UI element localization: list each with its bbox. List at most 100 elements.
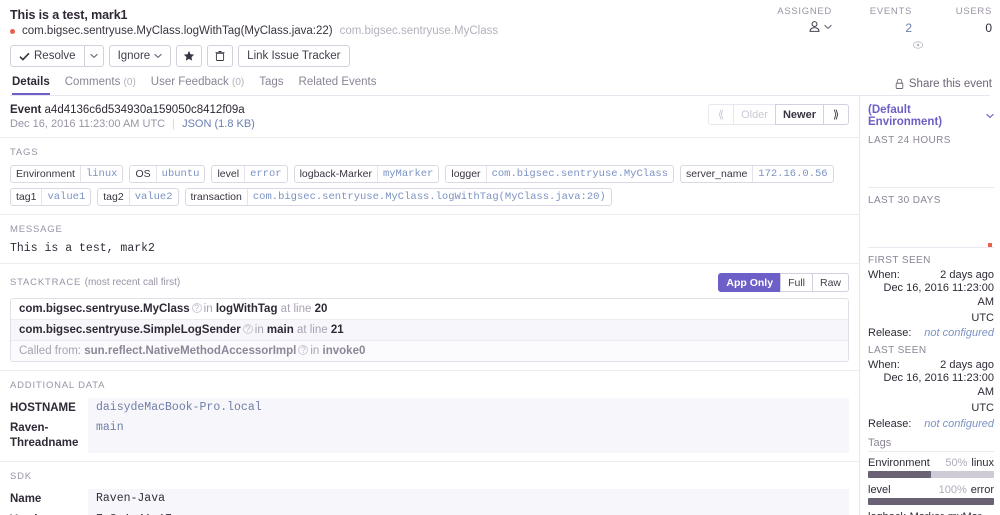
sidebar-tag-bar	[868, 470, 994, 478]
sidebar-tag-row[interactable]: logback-Marker myMarker	[868, 511, 994, 515]
tag-key: transaction	[190, 191, 242, 203]
tag-pill[interactable]: Environment linux	[10, 165, 124, 183]
event-summary-bar: Event a4d4136c6d534930a159050c8412f09a D…	[0, 96, 859, 138]
share-event-label: Share this event	[908, 78, 992, 90]
data-row: Raven-Threadname main	[10, 418, 849, 454]
stacktrace-app-only-button[interactable]: App Only	[718, 273, 782, 292]
sdk-row-key: Version	[10, 510, 88, 515]
tag-key: Environment	[16, 168, 75, 180]
share-event-button[interactable]: Share this event	[894, 78, 992, 90]
event-meta-row: Dec 16, 2016 11:23:00 AM UTC | JSON (1.8…	[10, 118, 255, 130]
first-seen-when-row: When: 2 days ago	[868, 269, 994, 281]
tag-value: myMarker	[376, 166, 438, 182]
event-detail-column: Event a4d4136c6d534930a159050c8412f09a D…	[0, 96, 860, 515]
last-seen-when-label: When:	[868, 359, 900, 372]
resolve-button[interactable]: Resolve	[10, 45, 85, 67]
sidebar-tag-bar-fill	[868, 497, 994, 505]
help-icon[interactable]: ?	[242, 324, 253, 334]
stacktrace-raw-button[interactable]: Raw	[811, 273, 849, 292]
issue-body: Event a4d4136c6d534930a159050c8412f09a D…	[0, 96, 1000, 515]
sdk-row: Version 7.8.1-41a17	[10, 509, 849, 515]
link-issue-tracker-button[interactable]: Link Issue Tracker	[238, 45, 350, 67]
sdk-heading: SDK	[10, 471, 32, 483]
tag-pill[interactable]: OS ubuntu	[129, 165, 206, 183]
tab-details[interactable]: Details	[12, 76, 50, 95]
frame-line: 21	[330, 324, 344, 336]
issue-sidebar: (Default Environment) LAST 24 HOURS LAST…	[860, 96, 1000, 515]
stacktrace-frames: com.bigsec.sentryuse.MyClass? in logWithT…	[10, 298, 849, 362]
tab-comments-label: Comments	[64, 76, 121, 88]
stat-users: USERS 0	[912, 6, 992, 51]
frame-prefix: Called from:	[19, 345, 81, 357]
last-seen-when-value: 2 days ago	[940, 359, 994, 372]
tab-related-events-label: Related Events	[298, 76, 377, 88]
stat-events-value[interactable]: 2	[832, 21, 912, 35]
tag-pill[interactable]: transaction com.bigsec.sentryuse.MyClass.…	[184, 188, 612, 206]
help-icon[interactable]: ?	[191, 303, 202, 313]
last-seen-date: Dec 16, 2016 11:23:00 AM	[883, 372, 995, 398]
tag-pill[interactable]: tag2 value2	[97, 188, 179, 206]
tab-details-label: Details	[12, 76, 50, 88]
pager-newest-button[interactable]: ⟫	[823, 104, 849, 125]
sidebar-tag-row[interactable]: Environment 50% linux	[868, 457, 994, 478]
check-icon	[19, 52, 30, 61]
bookmark-button[interactable]	[176, 45, 203, 67]
pager-oldest-button[interactable]: ⟪	[708, 104, 735, 125]
sidebar-tag-name: Environment	[868, 456, 930, 469]
tab-user-feedback-badge: (0)	[231, 77, 245, 88]
tag-value: com.bigsec.sentryuse.MyClass.logWithTag(…	[246, 189, 611, 205]
frame-module: com.bigsec.sentryuse.SimpleLogSender	[19, 324, 241, 336]
pager-older-button[interactable]: Older	[733, 104, 776, 125]
tab-related-events[interactable]: Related Events	[299, 76, 377, 95]
event-json-link[interactable]: JSON (1.8 KB)	[182, 118, 255, 130]
sidebar-tag-bar	[868, 497, 994, 505]
data-row-key: Raven-Threadname	[10, 422, 79, 449]
data-row-value: main	[88, 418, 849, 454]
tag-value: value1	[41, 189, 90, 205]
tag-pill[interactable]: logback-Marker myMarker	[293, 165, 440, 183]
subscribe-toggle[interactable]	[912, 39, 992, 51]
resolve-button-group: Resolve	[10, 45, 104, 67]
event-identity: Event a4d4136c6d534930a159050c8412f09a D…	[10, 104, 255, 130]
sdk-row-value: Raven-Java	[88, 489, 849, 510]
ignore-button[interactable]: Ignore	[108, 45, 172, 67]
tab-comments-badge: (0)	[123, 77, 136, 88]
tab-tags[interactable]: Tags	[259, 76, 283, 95]
frame-at-label: at line	[296, 324, 328, 336]
trash-icon	[214, 50, 226, 62]
tag-pill[interactable]: tag1 value1	[10, 188, 92, 206]
stacktrace-frame[interactable]: com.bigsec.sentryuse.SimpleLogSender? in …	[11, 320, 848, 341]
tag-pill[interactable]: level error	[211, 165, 288, 183]
assignee-selector[interactable]	[752, 20, 832, 33]
environment-selector[interactable]: (Default Environment)	[868, 104, 994, 128]
tag-key: level	[217, 168, 240, 180]
sidebar-tag-line: level 100% error	[868, 484, 994, 496]
stat-users-label: USERS	[955, 6, 992, 17]
first-seen-timezone: UTC	[971, 311, 994, 324]
sidebar-tag-row[interactable]: level 100% error	[868, 484, 994, 505]
data-row-key: HOSTNAME	[10, 402, 76, 414]
meta-separator: |	[172, 118, 176, 130]
issue-tabs: Details Comments (0) User Feedback (0) T…	[10, 76, 990, 96]
stacktrace-frame[interactable]: com.bigsec.sentryuse.MyClass? in logWithT…	[11, 299, 848, 320]
tab-comments[interactable]: Comments (0)	[65, 76, 136, 95]
sdk-section: SDK Name Raven-Java Version 7.8.1-41a17	[0, 462, 859, 515]
stacktrace-frame[interactable]: Called from: sun.reflect.NativeMethodAcc…	[11, 341, 848, 361]
sidebar-tag-name: level	[868, 483, 891, 496]
tag-value: com.bigsec.sentryuse.MyClass	[485, 166, 673, 182]
stacktrace-full-button[interactable]: Full	[780, 273, 813, 292]
last-seen-when-row: When: 2 days ago	[868, 359, 994, 371]
tag-pill[interactable]: server_name 172.16.0.56	[680, 165, 834, 183]
tag-pill[interactable]: logger com.bigsec.sentryuse.MyClass	[445, 165, 674, 183]
sidebar-tag-value: error	[970, 483, 994, 496]
sidebar-tag-bar-fill	[868, 470, 931, 478]
pager-newer-button[interactable]: Newer	[774, 104, 824, 125]
help-icon[interactable]: ?	[298, 345, 309, 355]
tab-user-feedback[interactable]: User Feedback (0)	[151, 76, 244, 95]
event-timestamp: Dec 16, 2016 11:23:00 AM UTC	[10, 118, 166, 130]
sidebar-tag-percent: 100%	[938, 483, 967, 496]
frame-function: main	[266, 324, 294, 336]
chart-30d-sparkline	[868, 206, 994, 248]
resolve-dropdown-button[interactable]	[84, 45, 104, 67]
delete-button[interactable]	[207, 45, 234, 67]
